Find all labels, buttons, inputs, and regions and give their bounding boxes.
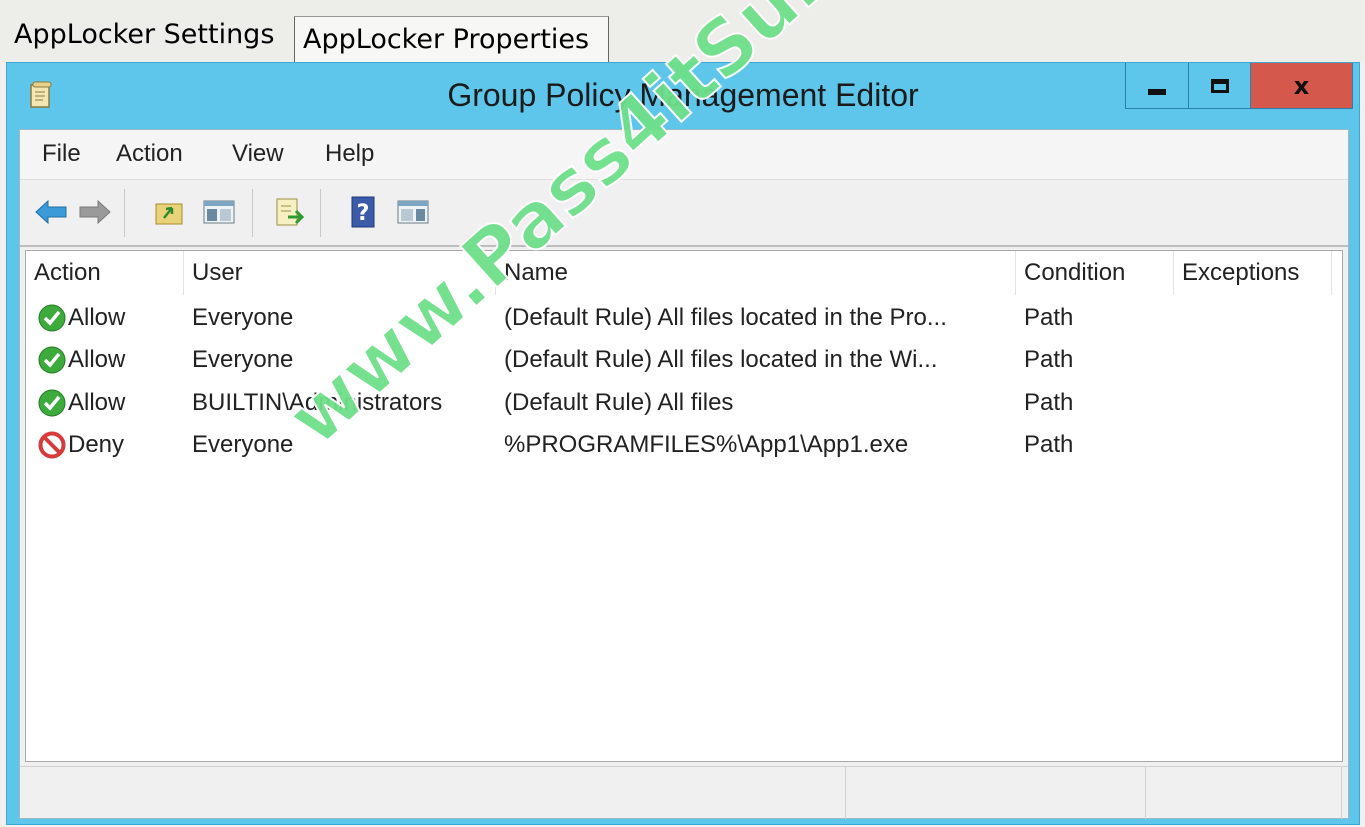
rule-action: Deny [68,431,125,458]
table-row[interactable]: Allow Everyone (Default Rule) All files … [26,339,1342,381]
show-hide-tree-button[interactable] [202,195,236,229]
maximize-button[interactable] [1189,63,1251,109]
rule-exceptions [1182,339,1332,381]
back-button[interactable] [34,195,68,229]
rule-condition: Path [1024,389,1074,416]
rule-exceptions [1182,382,1332,424]
rule-user: BUILTIN\Administrators [192,389,443,416]
status-segment-main [20,767,846,819]
column-header-action[interactable]: Action [26,251,184,295]
close-button[interactable]: x [1251,63,1353,109]
table-row[interactable]: Allow Everyone (Default Rule) All files … [26,297,1342,339]
help-button[interactable]: ? [346,195,380,229]
deny-circle-icon [38,431,66,459]
show-hide-action-pane-icon [397,200,429,224]
menu-file[interactable]: File [42,140,81,168]
show-hide-tree-icon [203,200,235,224]
title-bar[interactable]: Group Policy Management Editor x [7,63,1359,129]
rule-exceptions [1182,424,1332,466]
list-header: Action User Name Condition Exceptions [26,251,1342,295]
menu-help[interactable]: Help [325,140,374,168]
toolbar: ? [20,181,1348,247]
menu-view[interactable]: View [232,140,284,168]
column-header-exceptions[interactable]: Exceptions [1174,251,1332,295]
client-area: File Action View Help ? Action User Name… [19,129,1349,819]
rules-list-view[interactable]: Action User Name Condition Exceptions Al… [25,250,1343,762]
rule-action: Allow [68,389,126,416]
rule-exceptions [1182,297,1332,339]
close-icon: x [1293,71,1310,100]
gpme-window: Group Policy Management Editor x File Ac… [6,62,1360,825]
minimize-icon [1148,88,1166,95]
forward-arrow-icon [79,199,111,225]
column-header-condition[interactable]: Condition [1016,251,1174,295]
rule-name: %PROGRAMFILES%\App1\App1.exe [504,431,909,458]
rule-condition: Path [1024,304,1074,331]
caption-buttons: x [1125,63,1353,109]
up-folder-button[interactable] [152,195,186,229]
rule-user: Everyone [192,431,294,458]
rule-name: (Default Rule) All files [504,389,734,416]
show-hide-action-pane-button[interactable] [396,195,430,229]
tab-applocker-settings[interactable]: AppLocker Settings [8,12,280,58]
table-row[interactable]: Allow BUILTIN\Administrators (Default Ru… [26,382,1342,424]
status-bar [20,766,1348,819]
menu-bar: File Action View Help [20,130,1348,180]
rule-user: Everyone [192,304,294,331]
table-row[interactable]: Deny Everyone %PROGRAMFILES%\App1\App1.e… [26,424,1342,466]
status-segment-middle [846,767,1146,819]
svg-text:?: ? [357,201,370,226]
rule-condition: Path [1024,346,1074,373]
help-icon: ? [351,196,375,228]
maximize-icon [1210,78,1229,93]
forward-button[interactable] [78,195,112,229]
rule-name: (Default Rule) All files located in the … [504,304,947,331]
outer-tab-strip: AppLocker Settings AppLocker Properties [0,0,1365,62]
export-list-button[interactable] [272,195,306,229]
minimize-button[interactable] [1125,63,1189,109]
rule-name: (Default Rule) All files located in the … [504,346,938,373]
rule-action: Allow [68,346,126,373]
allow-check-icon [38,389,66,417]
rule-action: Allow [68,304,126,331]
rule-user: Everyone [192,346,294,373]
back-arrow-icon [35,199,67,225]
column-header-name[interactable]: Name [496,251,1016,295]
allow-check-icon [38,304,66,332]
rule-condition: Path [1024,431,1074,458]
menu-action[interactable]: Action [116,140,183,168]
status-segment-right [1146,767,1342,819]
tab-applocker-properties[interactable]: AppLocker Properties [294,16,609,62]
export-list-icon [276,198,304,226]
allow-check-icon [38,346,66,374]
column-header-user[interactable]: User [184,251,496,295]
up-folder-icon [155,203,183,225]
